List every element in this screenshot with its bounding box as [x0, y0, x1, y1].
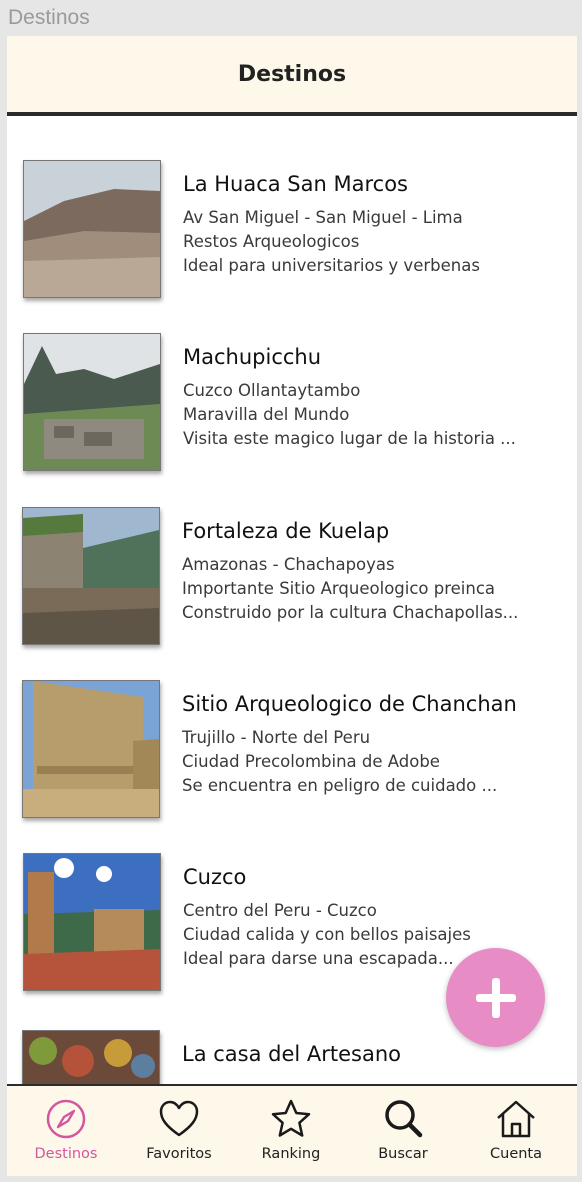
destination-category: Restos Arqueologicos [183, 232, 360, 251]
destination-category: Ciudad calida y con bellos paisajes [183, 925, 471, 944]
plus-icon [475, 977, 516, 1018]
tab-favoritos[interactable]: Favoritos [122, 1086, 236, 1176]
tab-destinos[interactable]: Destinos [9, 1086, 123, 1176]
tab-label: Cuenta [490, 1146, 542, 1162]
list-item[interactable]: La Huaca San Marcos Av San Miguel - San … [7, 160, 577, 300]
heart-icon [159, 1100, 199, 1137]
destination-list[interactable]: La Huaca San Marcos Av San Miguel - San … [7, 120, 577, 1086]
add-destination-button[interactable] [446, 948, 545, 1047]
destination-name: La Huaca San Marcos [183, 172, 408, 196]
destination-category: Maravilla del Mundo [183, 405, 350, 424]
destination-location: Av San Miguel - San Miguel - Lima [183, 208, 463, 227]
destination-location: Centro del Peru - Cuzco [183, 901, 377, 920]
destination-description: Ideal para universitarios y verbenas [183, 256, 480, 275]
destination-thumbnail [22, 1030, 160, 1086]
destination-name: Fortaleza de Kuelap [182, 519, 390, 543]
list-item[interactable]: Sitio Arqueologico de Chanchan Trujillo … [7, 680, 577, 820]
destination-thumbnail [22, 507, 160, 645]
list-item[interactable]: Fortaleza de Kuelap Amazonas - Chachapoy… [7, 507, 577, 647]
destination-description: Se encuentra en peligro de cuidado ... [182, 776, 498, 795]
page-title: Destinos [237, 61, 347, 87]
search-icon [385, 1100, 423, 1138]
app-screen: Destinos La Huaca San Marcos Av San Migu… [7, 36, 577, 1176]
destination-name: Machupicchu [183, 345, 322, 369]
tab-label: Favoritos [146, 1146, 212, 1162]
tab-ranking[interactable]: Ranking [234, 1086, 348, 1176]
tab-cuenta[interactable]: Cuenta [459, 1086, 573, 1176]
destination-thumbnail [23, 333, 161, 471]
window-title: Destinos [8, 6, 90, 29]
destination-description: Ideal para darse una escapada... [183, 949, 454, 968]
destination-category: Ciudad Precolombina de Adobe [182, 752, 440, 771]
bottom-tab-bar: Destinos Favoritos Ranking Buscar Cuenta [7, 1084, 577, 1176]
header-bar: Destinos [7, 36, 577, 116]
tab-label: Ranking [261, 1146, 321, 1162]
destination-description: Construido por la cultura Chachapollas..… [182, 603, 519, 622]
destination-thumbnail [23, 160, 161, 298]
destination-description: Visita este magico lugar de la historia … [183, 429, 516, 448]
destination-location: Cuzco Ollantaytambo [183, 381, 361, 400]
tab-buscar[interactable]: Buscar [346, 1086, 460, 1176]
star-icon [271, 1099, 311, 1137]
destination-category: Importante Sitio Arqueologico preinca [182, 579, 496, 598]
destination-thumbnail [22, 680, 160, 818]
list-item[interactable]: Machupicchu Cuzco Ollantaytambo Maravill… [7, 333, 577, 473]
destination-thumbnail [23, 853, 161, 991]
compass-icon [46, 1099, 86, 1139]
home-icon [497, 1100, 535, 1138]
destination-name: Cuzco [183, 865, 247, 889]
tab-label: Buscar [378, 1146, 428, 1162]
destination-name: La casa del Artesano [182, 1042, 402, 1066]
destination-name: Sitio Arqueologico de Chanchan [182, 692, 517, 716]
destination-location: Trujillo - Norte del Peru [182, 728, 371, 747]
tab-label: Destinos [34, 1146, 98, 1162]
destination-location: Amazonas - Chachapoyas [182, 555, 395, 574]
